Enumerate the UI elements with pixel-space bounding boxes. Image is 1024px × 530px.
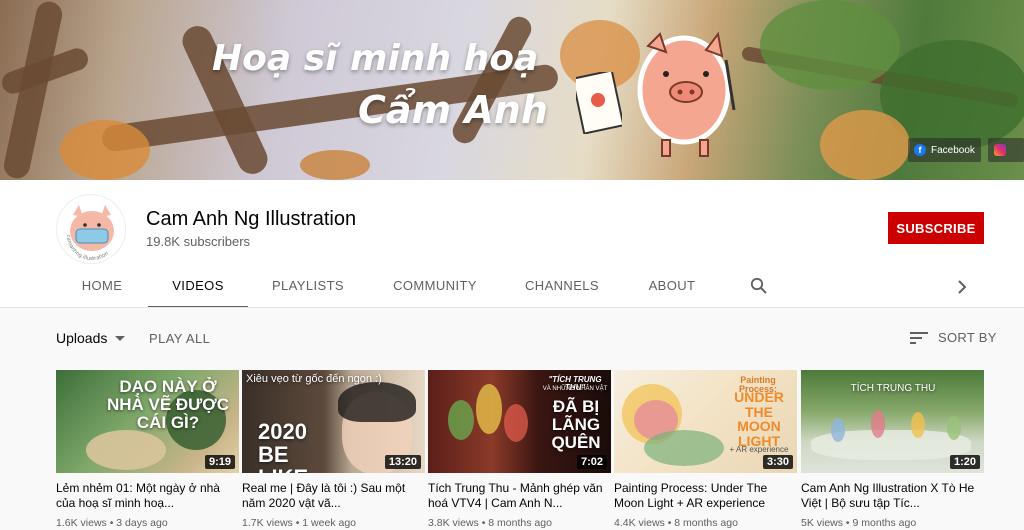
search-icon[interactable] — [750, 277, 768, 295]
facebook-link-label: Facebook — [931, 144, 975, 156]
caret-down-icon — [115, 335, 126, 341]
video-title[interactable]: Tích Trung Thu - Mảnh ghép văn hoá VTV4 … — [428, 481, 611, 511]
thumbnail-caption: ĐÃ BỊ LÃNG QUÊN — [551, 397, 601, 452]
video-title[interactable]: Real me | Đây là tôi :) Sau một năm 2020… — [242, 481, 425, 511]
video-views: 4.4K views — [614, 517, 665, 529]
thumbnail-caption: UNDER THE MOON LIGHT — [734, 389, 784, 450]
uploads-dropdown[interactable]: Uploads — [56, 330, 126, 346]
tab-home[interactable]: HOME — [66, 266, 138, 308]
painting-card-illustration — [576, 72, 622, 134]
video-meta: 3.8K views • 8 months ago — [428, 517, 552, 529]
facebook-icon: f — [914, 144, 926, 156]
sort-icon — [910, 331, 928, 344]
video-duration: 3:30 — [762, 455, 793, 469]
subscribe-button[interactable]: SUBSCRIBE — [888, 212, 984, 244]
instagram-icon — [994, 144, 1006, 156]
video-meta: 5K views • 9 months ago — [801, 517, 917, 529]
video-views: 3.8K views — [428, 517, 479, 529]
play-all-button[interactable]: PLAY ALL — [149, 331, 210, 346]
video-age: 8 months ago — [488, 517, 552, 529]
tab-about[interactable]: ABOUT — [642, 266, 702, 308]
channel-avatar[interactable]: camanhng.illustration — [56, 194, 126, 264]
video-thumbnail[interactable]: Painting Process: UNDER THE MOON LIGHT +… — [614, 370, 797, 473]
video-card[interactable]: Xiêu vẹo từ gốc đến ngọn :) 2020 BE LIKE… — [242, 370, 425, 529]
video-views: 1.7K views — [242, 517, 293, 529]
channel-banner: Hoạ sĩ minh hoạ Cẩm Anh f Facebook — [0, 0, 1024, 180]
thumbnail-caption: 2020 BE LIKE... — [258, 419, 326, 473]
banner-title-line2: Cẩm Anh — [358, 88, 548, 132]
video-views: 1.6K views — [56, 517, 107, 529]
video-age: 9 months ago — [852, 517, 917, 529]
video-views: 5K views — [801, 517, 844, 529]
video-thumbnail[interactable]: "TÍCH TRUNG THU" VÀ NHỮNG NHÂN VẬT ĐÃ BỊ… — [428, 370, 611, 473]
thumbnail-caption-sub: + AR experience — [729, 445, 789, 454]
video-card[interactable]: Painting Process: UNDER THE MOON LIGHT +… — [614, 370, 797, 529]
sort-by-button[interactable]: SORT BY — [910, 330, 997, 345]
video-card[interactable]: TÍCH TRUNG THU 1:20 Cam Anh Ng Illustrat… — [801, 370, 984, 529]
subscriber-count: 19.8K subscribers — [146, 234, 251, 249]
pig-mascot-illustration — [637, 31, 736, 157]
tab-playlists[interactable]: PLAYLISTS — [262, 266, 354, 308]
video-card[interactable]: DẠO NÀY Ở NHÀ VẼ ĐƯỢC CÁI GÌ? 9:19 Lẻm n… — [56, 370, 239, 529]
video-duration: 7:02 — [576, 455, 607, 469]
video-duration: 9:19 — [204, 455, 235, 469]
thumbnail-caption-top: TÍCH TRUNG THU — [850, 383, 936, 394]
video-meta: 1.6K views • 3 days ago — [56, 517, 168, 529]
video-thumbnail[interactable]: Xiêu vẹo từ gốc đến ngọn :) 2020 BE LIKE… — [242, 370, 425, 473]
video-title[interactable]: Painting Process: Under The Moon Light +… — [614, 481, 797, 511]
banner-title-line1: Hoạ sĩ minh hoạ — [212, 38, 539, 79]
facebook-link[interactable]: f Facebook — [908, 138, 981, 162]
sort-by-label: SORT BY — [938, 330, 997, 345]
uploads-label: Uploads — [56, 330, 108, 346]
tab-videos[interactable]: VIDEOS — [148, 266, 248, 308]
video-meta: 1.7K views • 1 week ago — [242, 517, 357, 529]
thumbnail-caption-sub: VÀ NHỮNG NHÂN VẬT — [542, 386, 608, 392]
video-title[interactable]: Lẻm nhẻm 01: Một ngày ở nhà của hoạ sĩ m… — [56, 481, 239, 511]
thumbnail-caption: DẠO NÀY Ở NHÀ VẼ ĐƯỢC CÁI GÌ? — [106, 377, 230, 432]
chevron-right-icon[interactable] — [956, 279, 968, 295]
video-thumbnail[interactable]: DẠO NÀY Ở NHÀ VẼ ĐƯỢC CÁI GÌ? 9:19 — [56, 370, 239, 473]
video-age: 8 months ago — [674, 517, 738, 529]
video-age: 1 week ago — [302, 517, 357, 529]
channel-name: Cam Anh Ng Illustration — [146, 208, 357, 230]
thumbnail-caption-top: Xiêu vẹo từ gốc đến ngọn :) — [246, 373, 382, 385]
tab-community[interactable]: COMMUNITY — [388, 266, 482, 308]
video-meta: 4.4K views • 8 months ago — [614, 517, 738, 529]
video-duration: 1:20 — [949, 455, 980, 469]
instagram-link[interactable] — [988, 138, 1024, 162]
video-title[interactable]: Cam Anh Ng Illustration X Tò He Việt | B… — [801, 481, 984, 511]
channel-tabs: HOME VIDEOS PLAYLISTS COMMUNITY CHANNELS… — [0, 266, 1024, 308]
video-thumbnail[interactable]: TÍCH TRUNG THU 1:20 — [801, 370, 984, 473]
avatar-pig-masked-icon: camanhng.illustration — [65, 205, 114, 262]
video-card[interactable]: "TÍCH TRUNG THU" VÀ NHỮNG NHÂN VẬT ĐÃ BỊ… — [428, 370, 611, 529]
tab-channels[interactable]: CHANNELS — [520, 266, 604, 308]
video-duration: 13:20 — [384, 455, 421, 469]
video-age: 3 days ago — [116, 517, 168, 529]
